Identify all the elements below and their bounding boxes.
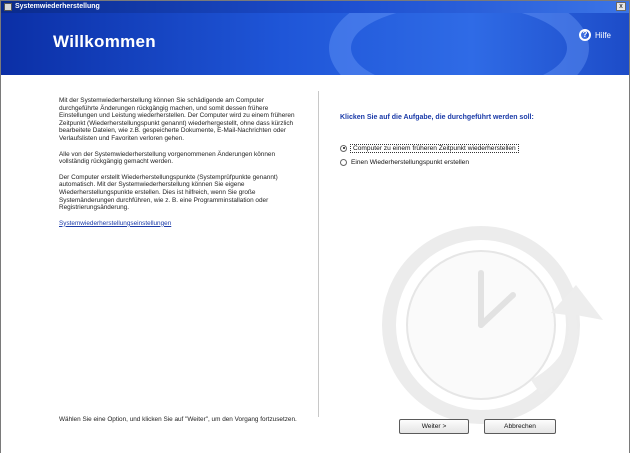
page-title: Willkommen [53, 32, 156, 51]
task-options: Computer zu einem früheren Zeitpunkt wie… [340, 141, 620, 169]
system-restore-app-icon [4, 3, 12, 11]
banner-decoration [329, 13, 589, 75]
settings-link[interactable]: Systemwiederherstellungseinstellungen [59, 220, 171, 227]
help-link[interactable]: ? Hilfe [578, 29, 611, 41]
option-restore-earlier-time[interactable]: Computer zu einem früheren Zeitpunkt wie… [340, 141, 620, 155]
description-pane: Mit der Systemwiederherstellung können S… [59, 97, 299, 235]
task-pane: Klicken Sie auf die Aufgabe, die durchge… [340, 113, 620, 169]
help-label: Hilfe [594, 30, 611, 40]
system-restore-window: Systemwiederherstellung x Willkommen ? H… [0, 0, 630, 453]
help-icon: ? [578, 29, 591, 41]
radio-restore-earlier-time[interactable] [340, 144, 347, 152]
description-paragraph-2: Alle von der Systemwiederherstellung vor… [59, 150, 275, 166]
cancel-button[interactable]: Abbrechen [484, 419, 556, 434]
option-create-restore-point[interactable]: Einen Wiederherstellungspunkt erstellen [340, 155, 620, 169]
description-paragraph-3: Der Computer erstellt Wiederherstellungs… [59, 173, 278, 212]
radio-create-restore-point[interactable] [340, 158, 347, 166]
window-title: Systemwiederherstellung [15, 3, 100, 10]
clock-watermark-icon [382, 226, 603, 424]
title-bar[interactable]: Systemwiederherstellung x [1, 1, 629, 13]
task-heading: Klicken Sie auf die Aufgabe, die durchge… [340, 114, 534, 121]
description-paragraph-1: Mit der Systemwiederherstellung können S… [59, 97, 295, 142]
footer-instruction: Wählen Sie eine Option, und klicken Sie … [59, 416, 297, 423]
content-area: Mit der Systemwiederherstellung können S… [1, 75, 629, 453]
next-button[interactable]: Weiter > [399, 419, 469, 434]
option-label-restore: Computer zu einem früheren Zeitpunkt wie… [350, 143, 519, 153]
close-button[interactable]: x [616, 2, 626, 11]
header-banner: Willkommen ? Hilfe [1, 13, 629, 75]
pane-divider [318, 91, 319, 417]
option-label-create: Einen Wiederherstellungspunkt erstellen [351, 158, 470, 166]
